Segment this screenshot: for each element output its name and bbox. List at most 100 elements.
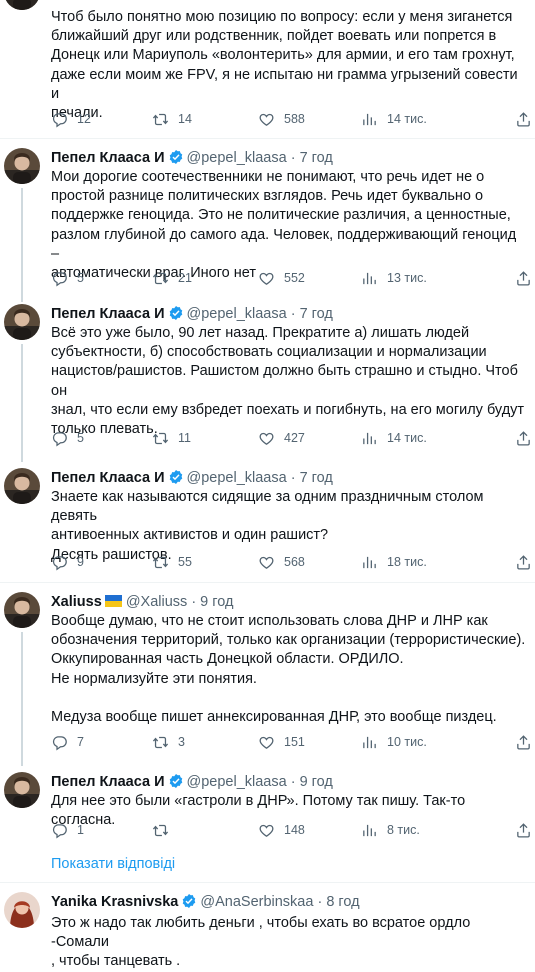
views-button[interactable]: 10 тис. [361,732,427,752]
retweet-button[interactable]: 21 [152,268,192,288]
retweet-icon [152,822,169,839]
tweet-header: Пепел Клааса И @pepel_klaasa · 7 год [51,469,333,487]
views-button[interactable]: 13 тис. [361,268,427,288]
tweet-text: Вообще думаю, что не стоит использовать … [51,613,526,726]
verified-badge-icon [168,773,184,789]
author-handle[interactable]: @pepel_klaasa [187,774,287,790]
author-name[interactable]: Yanika Krasnivska [51,894,178,910]
tweet-actions: 5 21 552 13 тис. [51,268,527,288]
tweet-item[interactable]: Пепел Клааса И @pepel_klaasa · 7 год Всё … [0,300,535,462]
reply-button[interactable]: 9 [51,552,84,572]
views-icon [361,270,378,287]
reply-button[interactable]: 7 [51,732,84,752]
tweet-header: Пепел Клааса И @pepel_klaasa · 9 год [51,773,333,791]
avatar[interactable] [4,148,40,184]
divider [0,138,535,139]
views-icon [361,734,378,751]
avatar[interactable] [4,892,40,928]
tweet-time[interactable]: · 9 год [291,774,333,790]
share-button[interactable] [515,820,535,840]
avatar[interactable] [4,772,40,808]
avatar[interactable] [4,0,40,10]
heart-icon [258,270,275,287]
retweet-icon [152,111,169,128]
tweet-item[interactable]: Пепел Клааса И @pepel_klaasa · 9 год Для … [0,764,535,844]
tweet-header: Пепел Клааса И @pepel_klaasa · 7 год [51,305,333,323]
tweet-item[interactable]: Пепел Клааса И @pepel_klaasa · 7 год Мои … [0,140,535,302]
views-button[interactable]: 8 тис. [361,820,420,840]
like-button[interactable]: 588 [258,109,305,129]
tweet-actions: 7 3 151 10 тис. [51,732,527,752]
retweet-count: 11 [178,431,191,445]
like-button[interactable]: 151 [258,732,305,752]
author-handle[interactable]: @Xaliuss [126,594,187,610]
avatar[interactable] [4,592,40,628]
tweet-time[interactable]: · 7 год [291,306,333,322]
tweet-time[interactable]: · 9 год [191,594,233,610]
retweet-icon [152,270,169,287]
like-button[interactable]: 552 [258,268,305,288]
tweet-time[interactable]: · 8 год [317,894,359,910]
reply-button[interactable]: 5 [51,268,84,288]
views-icon [361,430,378,447]
retweet-icon [152,734,169,751]
avatar[interactable] [4,304,40,340]
verified-badge-icon [168,469,184,485]
verified-badge-icon [168,149,184,165]
views-icon [361,822,378,839]
tweet-actions: 1 148 8 тис. [51,820,527,840]
tweet-item[interactable]: Yanika Krasnivska @AnaSerbinskaa · 8 год … [0,884,535,969]
heart-icon [258,111,275,128]
tweet-text: Это ж надо так любить деньги , чтобы еха… [51,915,471,970]
reply-button[interactable]: 5 [51,428,84,448]
like-button[interactable]: 427 [258,428,305,448]
retweet-button[interactable]: 14 [152,109,192,129]
author-handle[interactable]: @pepel_klaasa [187,306,287,322]
tweet-actions: 9 55 568 18 тис. [51,552,527,572]
share-button[interactable] [515,268,535,288]
tweet-item[interactable]: Чтоб было понятно мою позицию по вопросу… [0,0,535,140]
views-button[interactable]: 18 тис. [361,552,427,572]
share-icon [515,111,532,128]
author-handle[interactable]: @pepel_klaasa [187,470,287,486]
tweet-time[interactable]: · 7 год [291,470,333,486]
thread-line [21,344,23,462]
share-button[interactable] [515,732,535,752]
share-button[interactable] [515,552,535,572]
share-button[interactable] [515,428,535,448]
ukraine-flag-icon [104,595,122,607]
like-count: 427 [284,431,305,445]
author-name[interactable]: Пепел Клааса [51,774,150,790]
author-handle[interactable]: @pepel_klaasa [187,150,287,166]
retweet-button[interactable]: 11 [152,428,191,448]
author-name[interactable]: Пепел Клааса [51,306,150,322]
retweet-button[interactable]: 55 [152,552,192,572]
views-button[interactable]: 14 тис. [361,428,427,448]
reply-count: 12 [77,112,91,126]
tweet-item[interactable]: Пепел Клааса И @pepel_klaasa · 7 год Знае… [0,460,535,580]
show-replies-link[interactable]: Показати відповіді [51,856,175,872]
views-count: 14 тис. [387,112,427,126]
retweet-icon [152,430,169,447]
reply-button[interactable]: 1 [51,820,84,840]
author-name[interactable]: Пепел Клааса [51,150,150,166]
retweet-count: 21 [178,271,192,285]
author-name-suffix: И [150,150,165,166]
retweet-count: 3 [178,735,185,749]
tweet-time[interactable]: · 7 год [291,150,333,166]
author-name[interactable]: Пепел Клааса [51,470,150,486]
views-button[interactable]: 14 тис. [361,109,427,129]
share-icon [515,554,532,571]
reply-button[interactable]: 12 [51,109,91,129]
tweet-item[interactable]: Xaliuss @Xaliuss · 9 год Вообще думаю, ч… [0,584,535,766]
like-count: 552 [284,271,305,285]
author-handle[interactable]: @AnaSerbinskaa [200,894,313,910]
like-button[interactable]: 568 [258,552,305,572]
share-button[interactable] [515,109,535,129]
reply-count: 5 [77,271,84,285]
retweet-button[interactable] [152,820,178,840]
like-button[interactable]: 148 [258,820,305,840]
avatar[interactable] [4,468,40,504]
retweet-button[interactable]: 3 [152,732,185,752]
author-name[interactable]: Xaliuss [51,594,102,610]
